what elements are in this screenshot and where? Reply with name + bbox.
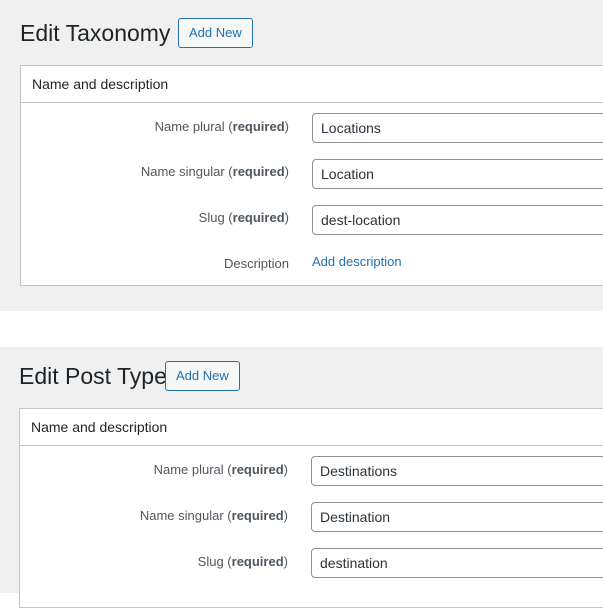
taxonomy-add-description-link[interactable]: Add description xyxy=(312,253,402,271)
taxonomy-name-plural-input[interactable]: Locations xyxy=(312,113,603,143)
post-type-name-plural-label: Name plural (required) xyxy=(153,462,288,477)
post-type-box-header: Name and description xyxy=(20,409,603,446)
taxonomy-slug-label: Slug (required) xyxy=(198,210,289,225)
post-type-name-plural-input[interactable]: Destinations xyxy=(311,456,603,486)
taxonomy-slug-input[interactable]: dest-location xyxy=(312,205,603,235)
post-type-name-singular-label: Name singular (required) xyxy=(139,508,288,523)
taxonomy-description-label: Description xyxy=(223,256,289,271)
taxonomy-name-singular-label: Name singular (required) xyxy=(140,164,289,179)
post-type-box-title: Name and description xyxy=(31,419,168,435)
post-type-name-description-box: Name and description Name plural (requir… xyxy=(19,408,603,608)
post-type-name-singular-input[interactable]: Destination xyxy=(311,502,603,532)
taxonomy-box-header: Name and description xyxy=(21,66,603,103)
taxonomy-add-new-button[interactable]: Add New xyxy=(178,18,253,48)
post-type-slug-label: Slug (required) xyxy=(197,554,288,569)
taxonomy-name-plural-label: Name plural (required) xyxy=(154,119,289,134)
post-type-page-title: Edit Post Type xyxy=(19,363,167,389)
taxonomy-name-singular-input[interactable]: Location xyxy=(312,159,603,189)
post-type-add-new-button[interactable]: Add New xyxy=(165,361,240,391)
post-type-slug-input[interactable]: destination xyxy=(311,548,603,578)
taxonomy-page-title: Edit Taxonomy xyxy=(20,20,171,46)
taxonomy-name-description-box: Name and description Name plural (requir… xyxy=(20,65,603,286)
taxonomy-box-title: Name and description xyxy=(32,76,169,92)
